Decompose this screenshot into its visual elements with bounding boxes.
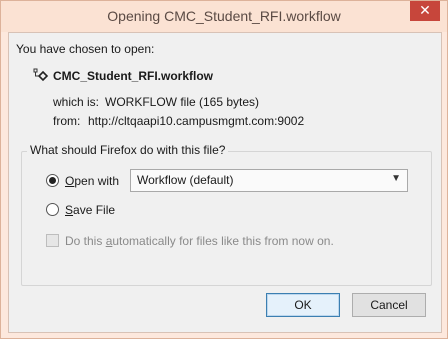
workflow-file-icon (33, 68, 49, 82)
application-select-value: Workflow (default) (137, 173, 234, 187)
chevron-down-icon: ▼ (391, 173, 401, 184)
ok-button[interactable]: OK (266, 293, 340, 317)
save-file-label[interactable]: Save File (65, 203, 115, 217)
window-title: Opening CMC_Student_RFI.workflow (107, 8, 341, 24)
auto-handle-text-after: utomatically for files like this from no… (112, 234, 334, 248)
auto-handle-label: Do this automatically for files like thi… (65, 234, 334, 248)
dialog-body: You have chosen to open: CMC_Student_RFI… (8, 32, 442, 333)
cancel-button[interactable]: Cancel (352, 293, 426, 317)
open-with-accel: O (65, 174, 75, 188)
which-is-label: which is: (53, 95, 100, 109)
action-group-label: What should Firefox do with this file? (27, 143, 229, 157)
auto-handle-text-before: Do this (65, 234, 106, 248)
radio-selected-dot (49, 177, 56, 184)
save-file-text: ave File (73, 203, 116, 217)
auto-handle-checkbox[interactable] (46, 234, 59, 247)
close-button[interactable]: ✕ (410, 1, 440, 21)
intro-text: You have chosen to open: (16, 42, 155, 56)
file-type-value: WORKFLOW file (165 bytes) (105, 95, 260, 109)
source-url-value: http://cltqaapi10.campusmgmt.com:9002 (88, 114, 305, 128)
open-with-label[interactable]: Open with (65, 174, 119, 188)
application-select[interactable]: Workflow (default) ▼ (130, 169, 408, 192)
open-with-text: pen with (74, 174, 120, 188)
download-dialog-window: Opening CMC_Student_RFI.workflow ✕ You h… (0, 0, 448, 339)
open-with-radio[interactable] (46, 174, 59, 187)
from-label: from: (53, 114, 81, 128)
save-file-accel: S (65, 203, 74, 217)
title-bar[interactable]: Opening CMC_Student_RFI.workflow ✕ (1, 1, 447, 32)
save-file-radio[interactable] (46, 203, 59, 216)
file-name: CMC_Student_RFI.workflow (53, 69, 214, 83)
